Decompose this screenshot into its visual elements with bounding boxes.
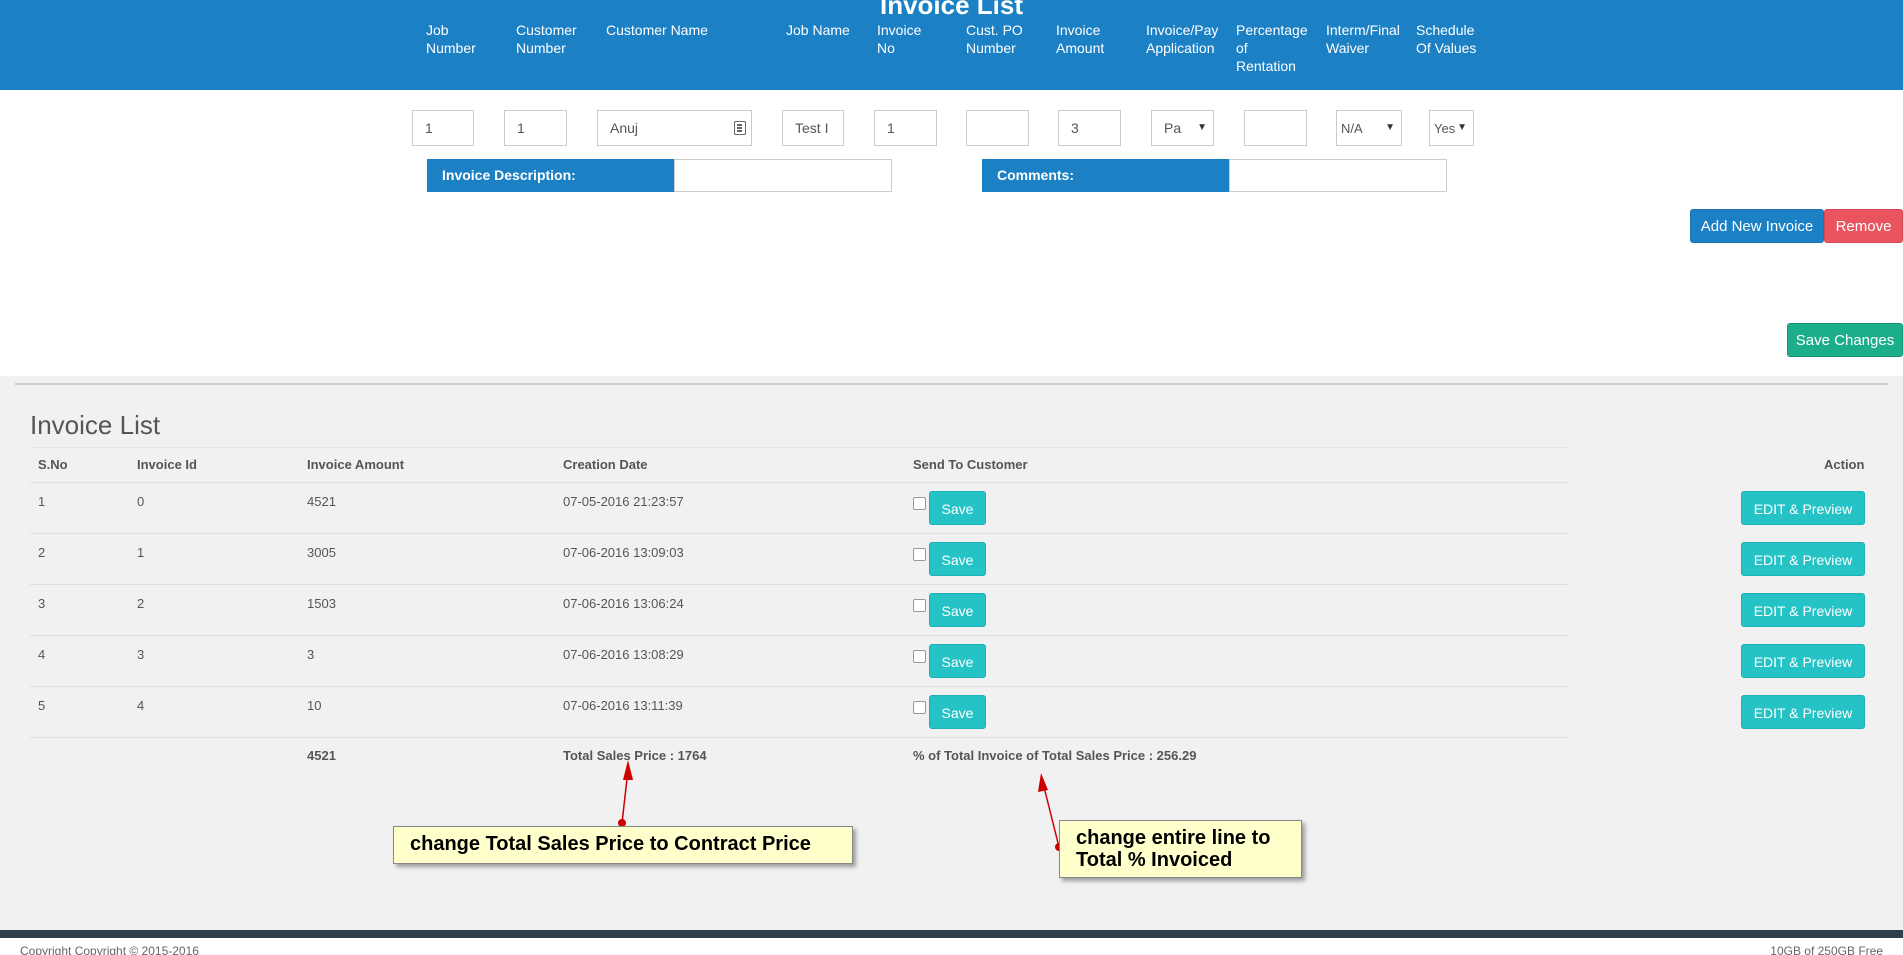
edit-preview-button[interactable]: EDIT & Preview bbox=[1741, 491, 1865, 525]
row-creation-date: 07-06-2016 13:11:39 bbox=[563, 698, 683, 713]
row-invoice-id: 3 bbox=[137, 647, 145, 662]
row-invoice-id: 0 bbox=[137, 494, 145, 509]
invoice-pay-application-select[interactable]: Pa ▼ bbox=[1151, 110, 1214, 146]
footer-bar bbox=[0, 930, 1903, 938]
total-invoice-amount: 4521 bbox=[307, 748, 336, 763]
interm-final-waiver-select[interactable]: N/A ▼ bbox=[1336, 110, 1402, 146]
divider bbox=[30, 447, 1568, 448]
arrow-head-icon bbox=[1038, 773, 1048, 792]
annotation-callout: change Total Sales Price to Contract Pri… bbox=[393, 826, 853, 864]
row-invoice-amount: 4521 bbox=[307, 494, 336, 509]
col-header-percentage-retention: Percentage of Rentation bbox=[1236, 22, 1308, 74]
divider bbox=[30, 635, 1568, 636]
remove-button[interactable]: Remove bbox=[1824, 209, 1903, 243]
edit-preview-button[interactable]: EDIT & Preview bbox=[1741, 542, 1865, 576]
schedule-of-values-select[interactable]: Yes ▼ bbox=[1429, 110, 1474, 146]
divider bbox=[30, 584, 1568, 585]
save-button[interactable]: Save bbox=[929, 542, 986, 576]
invoice-list-title: Invoice List bbox=[30, 410, 161, 440]
row-sno: 4 bbox=[38, 647, 46, 662]
divider bbox=[30, 737, 1568, 738]
row-creation-date: 07-05-2016 21:23:57 bbox=[563, 494, 684, 509]
row-sno: 2 bbox=[38, 545, 46, 560]
save-button[interactable]: Save bbox=[929, 644, 986, 678]
col-header-job-name: Job Name bbox=[786, 22, 850, 38]
edit-preview-button[interactable]: EDIT & Preview bbox=[1741, 695, 1865, 729]
row-invoice-amount: 3005 bbox=[307, 545, 336, 560]
col-header-interm-final-waiver: Interm/Final Waiver bbox=[1326, 22, 1400, 56]
job-number-input[interactable]: 1 bbox=[412, 110, 474, 146]
invoice-description-label: Invoice Description: bbox=[427, 159, 674, 192]
row-invoice-id: 4 bbox=[137, 698, 145, 713]
contact-card-icon[interactable] bbox=[734, 121, 746, 135]
edit-preview-button[interactable]: EDIT & Preview bbox=[1741, 593, 1865, 627]
table-header-invoice-amount: Invoice Amount bbox=[307, 457, 405, 472]
col-header-invoice-pay-application: Invoice/Pay Application bbox=[1146, 22, 1219, 56]
row-invoice-id: 2 bbox=[137, 596, 145, 611]
col-header-invoice-no: Invoice No bbox=[877, 22, 922, 56]
invoice-no-input[interactable]: 1 bbox=[874, 110, 937, 146]
invoice-description-input[interactable] bbox=[674, 159, 892, 192]
save-button[interactable]: Save bbox=[929, 593, 986, 627]
footer: Copyright Copyright © 2015-2016 10GB of … bbox=[0, 938, 1903, 955]
customer-number-input[interactable]: 1 bbox=[504, 110, 567, 146]
total-sales-price: Total Sales Price : 1764 bbox=[563, 748, 707, 763]
chevron-down-icon: ▼ bbox=[1457, 122, 1467, 133]
row-invoice-amount: 10 bbox=[307, 698, 322, 713]
customer-name-input[interactable]: Anuj bbox=[597, 110, 752, 146]
col-header-customer-number: Customer Number bbox=[516, 22, 577, 56]
chevron-down-icon: ▼ bbox=[1385, 122, 1395, 133]
job-name-input[interactable]: Test I bbox=[782, 110, 844, 146]
percent-invoiced: % of Total Invoice of Total Sales Price … bbox=[913, 748, 1197, 763]
send-to-customer-checkbox[interactable] bbox=[913, 497, 926, 510]
col-header-customer-name: Customer Name bbox=[606, 22, 708, 38]
chevron-down-icon: ▼ bbox=[1197, 122, 1207, 133]
row-invoice-amount: 1503 bbox=[307, 596, 336, 611]
edit-preview-button[interactable]: EDIT & Preview bbox=[1741, 644, 1865, 678]
send-to-customer-checkbox[interactable] bbox=[913, 548, 926, 561]
save-button[interactable]: Save bbox=[929, 491, 986, 525]
storage-usage-text: 10GB of 250GB Free bbox=[1770, 944, 1883, 955]
send-to-customer-checkbox[interactable] bbox=[913, 701, 926, 714]
cust-po-number-input[interactable] bbox=[966, 110, 1029, 146]
row-sno: 1 bbox=[38, 494, 46, 509]
add-new-invoice-button[interactable]: Add New Invoice bbox=[1690, 209, 1824, 243]
table-header-sno: S.No bbox=[38, 457, 68, 472]
comments-label: Comments: bbox=[982, 159, 1229, 192]
invoice-form: 1 1 Anuj Test I 1 3 Pa ▼ N/A ▼ Yes ▼ Invoic… bbox=[0, 90, 1903, 376]
table-header-send-to-customer: Send To Customer bbox=[913, 457, 1028, 472]
callout-arrow-line bbox=[1043, 786, 1060, 848]
page-title: Invoice List bbox=[879, 0, 1024, 20]
col-header-invoice-amount: Invoice Amount bbox=[1056, 22, 1105, 56]
save-changes-button[interactable]: Save Changes bbox=[1787, 323, 1903, 357]
table-header-invoice-id: Invoice Id bbox=[137, 457, 197, 472]
divider bbox=[30, 482, 1568, 483]
row-creation-date: 07-06-2016 13:09:03 bbox=[563, 545, 684, 560]
row-sno: 3 bbox=[38, 596, 46, 611]
row-creation-date: 07-06-2016 13:06:24 bbox=[563, 596, 684, 611]
table-header-creation-date: Creation Date bbox=[563, 457, 648, 472]
row-sno: 5 bbox=[38, 698, 46, 713]
col-header-cust-po-number: Cust. PO Number bbox=[966, 22, 1023, 56]
callout-arrow-line bbox=[621, 769, 629, 824]
row-invoice-amount: 3 bbox=[307, 647, 315, 662]
send-to-customer-checkbox[interactable] bbox=[913, 599, 926, 612]
col-header-schedule-of-values: Schedule Of Values bbox=[1416, 22, 1477, 56]
copyright-text: Copyright Copyright © 2015-2016 bbox=[20, 944, 199, 955]
row-invoice-id: 1 bbox=[137, 545, 145, 560]
divider bbox=[30, 533, 1568, 534]
percentage-retention-input[interactable] bbox=[1244, 110, 1307, 146]
divider bbox=[30, 686, 1568, 687]
table-header-action: Action bbox=[1824, 457, 1865, 472]
col-header-job-number: Job Number bbox=[426, 22, 476, 56]
annotation-callout: change entire line to Total % Invoiced bbox=[1059, 820, 1302, 878]
row-creation-date: 07-06-2016 13:08:29 bbox=[563, 647, 684, 662]
comments-input[interactable] bbox=[1229, 159, 1447, 192]
arrow-head-icon bbox=[623, 760, 633, 780]
section-divider bbox=[15, 383, 1888, 385]
invoice-amount-input[interactable]: 3 bbox=[1058, 110, 1121, 146]
send-to-customer-checkbox[interactable] bbox=[913, 650, 926, 663]
header-band: Invoice List Job Number Customer Number … bbox=[0, 0, 1903, 90]
save-button[interactable]: Save bbox=[929, 695, 986, 729]
